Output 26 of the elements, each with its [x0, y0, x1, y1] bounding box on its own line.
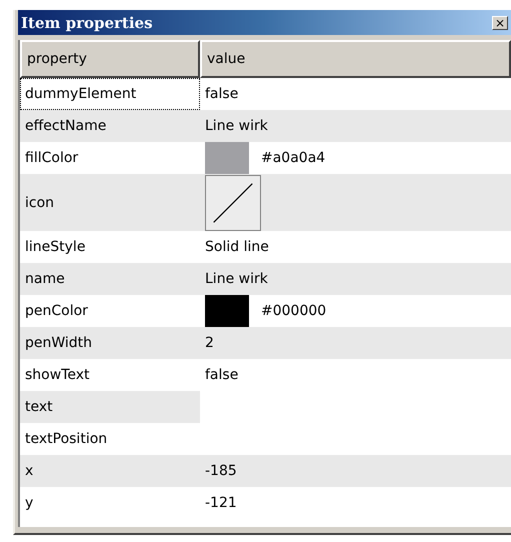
property-name[interactable]: penWidth [20, 327, 200, 359]
value-text: false [205, 367, 238, 383]
value-text: 2 [205, 335, 214, 351]
property-name[interactable]: lineStyle [20, 231, 200, 263]
property-name[interactable]: showText [20, 359, 200, 391]
property-name[interactable]: name [20, 263, 200, 295]
color-swatch[interactable] [205, 295, 249, 327]
property-name[interactable]: penColor [20, 295, 200, 327]
value-text: false [205, 86, 238, 102]
property-name[interactable]: effectName [20, 110, 200, 142]
value-text: Line wirk [205, 118, 268, 134]
property-name[interactable]: textPosition [20, 423, 200, 455]
value-text: -121 [205, 495, 237, 511]
column-header[interactable]: property [20, 40, 200, 78]
value-text: -185 [205, 463, 237, 479]
value-text: #a0a0a4 [261, 150, 326, 166]
close-button[interactable]: × [492, 16, 508, 30]
value-text: Solid line [205, 239, 269, 255]
window-title: Item properties [21, 14, 153, 32]
value-text: Line wirk [205, 271, 268, 287]
color-swatch[interactable] [205, 142, 249, 174]
property-name[interactable]: x [20, 455, 200, 487]
property-name[interactable]: fillColor [20, 142, 200, 174]
column-header[interactable]: value [200, 40, 511, 78]
property-name[interactable]: y [20, 487, 200, 519]
value-text: #000000 [261, 303, 326, 319]
